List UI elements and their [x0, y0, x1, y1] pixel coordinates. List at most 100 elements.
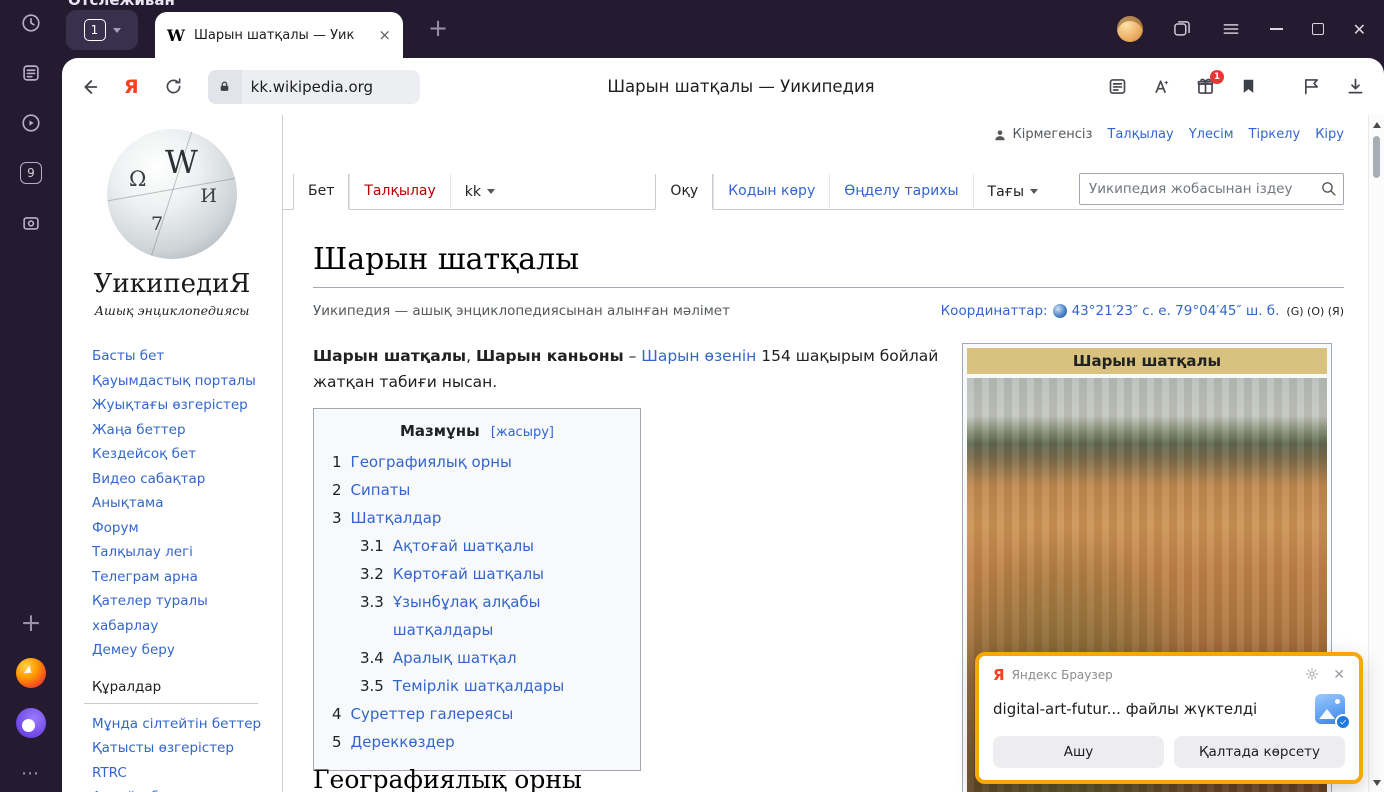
toc-item[interactable]: 3Шатқалдар [332, 504, 622, 532]
new-tab-button[interactable]: + [424, 15, 452, 43]
search-input[interactable] [1079, 173, 1344, 205]
coordinates-label[interactable]: Координаттар: [941, 303, 1048, 319]
translate-icon[interactable] [1151, 76, 1172, 97]
toc-item[interactable]: 3.1Ақтоғай шатқалы [332, 532, 622, 560]
toc-item[interactable]: 5Дереккөздер [332, 728, 622, 756]
toc-label: Шатқалдар [351, 504, 442, 532]
sidebar-item-special-pages[interactable]: Арнайы беттер [92, 785, 270, 792]
side-panels-icon[interactable] [1172, 19, 1192, 39]
gift-icon[interactable]: 1 [1195, 76, 1216, 97]
back-icon[interactable] [78, 76, 100, 98]
scroll-down-arrow-icon[interactable] [1373, 780, 1381, 786]
url-text: kk.wikipedia.org [242, 78, 373, 96]
wikipedia-logo[interactable]: Ω W И 7 УикипедиЯ Ашық энциклопедиясы [62, 115, 282, 318]
active-browser-tab[interactable]: W Шарын шатқалы — Уик × [155, 12, 403, 58]
cropped-overlay-text: Отслеживан [68, 0, 175, 9]
wiki-nav-list: Басты бет Қауымдастық порталы Жуықтағы ө… [62, 344, 282, 792]
sidebar-item-what-links-here[interactable]: Мұнда сілтейтін беттер [92, 712, 270, 737]
lock-icon[interactable] [208, 70, 242, 104]
tabs-counter-badge[interactable]: 9 [16, 158, 46, 188]
sidebar-item-report-errors[interactable]: Қателер туралы хабарлау [92, 589, 270, 638]
sidebar-item-telegram[interactable]: Телеграм арна [92, 565, 270, 590]
sidebar-item-donate[interactable]: Демеу беру [92, 638, 270, 663]
user-talk-link[interactable]: Талқылау [1107, 127, 1173, 142]
tab-view-source[interactable]: Кодын көру [713, 174, 829, 210]
media-player-icon[interactable] [16, 108, 46, 138]
toc-item[interactable]: 3.2Көртоғай шатқалы [332, 560, 622, 588]
sidebar-item-rtrc[interactable]: RTRC [92, 761, 270, 786]
toc-item[interactable]: 3.3Ұзынбұлақ алқабы шатқалдары [332, 588, 622, 644]
sidebar-item-community-portal[interactable]: Қауымдастық порталы [92, 369, 270, 394]
user-contribs-link[interactable]: Үлесім [1189, 127, 1234, 142]
close-window-button[interactable]: ✕ [1353, 20, 1366, 39]
toc-label: Ақтоғай шатқалы [393, 532, 534, 560]
sidebar-item-forum[interactable]: Форум [92, 516, 270, 541]
sidebar-item-discussion-feed[interactable]: Талқылау легі [92, 540, 270, 565]
site-tagline: Уикипедия — ашық энциклопедиясынан алынғ… [313, 303, 730, 319]
tab-close-icon[interactable]: × [378, 26, 391, 44]
search-icon[interactable] [1320, 180, 1337, 197]
reader-mode-icon[interactable] [1107, 76, 1128, 97]
avatar[interactable] [1117, 16, 1143, 42]
yandex-search-button[interactable]: Я [124, 76, 139, 98]
toc-hide-link[interactable]: [жасыру] [491, 425, 554, 440]
charyn-river-link[interactable]: Шарын өзенін [641, 347, 756, 365]
sidebar-item-related-changes[interactable]: Қатысты өзгерістер [92, 736, 270, 761]
section-heading-geography: Географиялық орны [313, 765, 582, 792]
tab-page[interactable]: Бет [293, 174, 349, 210]
scroll-up-arrow-icon[interactable] [1373, 122, 1381, 128]
toc-item[interactable]: 2Сипаты [332, 476, 622, 504]
tab-more-menu[interactable]: Тағы [973, 174, 1052, 210]
chevron-down-icon [113, 28, 121, 33]
screenshot-icon[interactable] [16, 208, 46, 238]
toc-label: Ұзынбұлақ алқабы шатқалдары [393, 588, 622, 644]
sidebar-item-recent-changes[interactable]: Жуықтағы өзгерістер [92, 393, 270, 418]
maximize-button[interactable] [1312, 23, 1324, 35]
history-clock-icon[interactable] [16, 8, 46, 38]
sidebar-item-help[interactable]: Анықтама [92, 491, 270, 516]
tab-talk[interactable]: Талқылау [349, 174, 449, 210]
toc-number: 1 [332, 448, 342, 476]
page-scrollbar[interactable] [1368, 115, 1384, 792]
toc-item[interactable]: 3.4Аралық шатқал [332, 644, 622, 672]
login-link[interactable]: Кіру [1315, 127, 1344, 142]
popup-settings-icon[interactable] [1305, 666, 1319, 685]
minimize-button[interactable] [1270, 28, 1283, 30]
notes-feed-icon[interactable] [16, 58, 46, 88]
sidebar-item-main-page[interactable]: Басты бет [92, 344, 270, 369]
address-bar[interactable]: kk.wikipedia.org [208, 70, 420, 104]
collections-flag-icon[interactable] [1301, 76, 1322, 97]
show-in-folder-button[interactable]: Қалтада көрсету [1174, 736, 1345, 768]
menu-hamburger-icon[interactable] [1221, 19, 1241, 39]
refresh-icon[interactable] [163, 76, 184, 97]
coordinates-value[interactable]: 43°21′23″ с. е. 79°04′45″ ш. б. [1072, 303, 1280, 319]
downloaded-image-thumbnail[interactable] [1315, 694, 1345, 724]
alice-assistant-icon[interactable] [16, 708, 46, 738]
tab-read[interactable]: Оқу [655, 174, 713, 210]
toc-item[interactable]: 1Географиялық орны [332, 448, 622, 476]
toc-item[interactable]: 3.5Темірлік шатқалдары [332, 672, 622, 700]
coordinates-extras[interactable]: (G) (O) (Я) [1286, 305, 1344, 318]
sidebar-item-random-page[interactable]: Кездейсоқ бет [92, 442, 270, 467]
popup-close-icon[interactable]: ✕ [1333, 667, 1345, 683]
tab-history[interactable]: Өңделу тарихы [829, 174, 972, 210]
register-link[interactable]: Тіркелу [1249, 127, 1301, 142]
yandex-browser-logo-icon[interactable] [16, 658, 46, 688]
toolbar-page-title: Шарын шатқалы — Уикипедия [607, 58, 874, 115]
scrollbar-thumb[interactable] [1373, 136, 1380, 178]
sidebar-item-video-lessons[interactable]: Видео сабақтар [92, 467, 270, 492]
downloads-icon[interactable] [1345, 76, 1366, 97]
browser-side-rail: 9 + ⋯ [0, 0, 62, 792]
open-file-button[interactable]: Ашу [993, 736, 1164, 768]
tab-language-variant[interactable]: kk [450, 174, 509, 210]
sidebar-item-new-pages[interactable]: Жаңа беттер [92, 418, 270, 443]
toc-item[interactable]: 4Суреттер галереясы [332, 700, 622, 728]
anon-user: Кірмегенсіз [993, 127, 1092, 142]
bookmark-icon[interactable] [1239, 77, 1258, 96]
rail-add-icon[interactable]: + [16, 608, 46, 638]
globe-icon[interactable] [1053, 304, 1067, 318]
tab-group-counter[interactable]: 1 [66, 10, 138, 50]
rail-more-icon[interactable]: ⋯ [16, 758, 46, 788]
toc-label: Сипаты [351, 476, 411, 504]
person-icon [993, 128, 1007, 142]
